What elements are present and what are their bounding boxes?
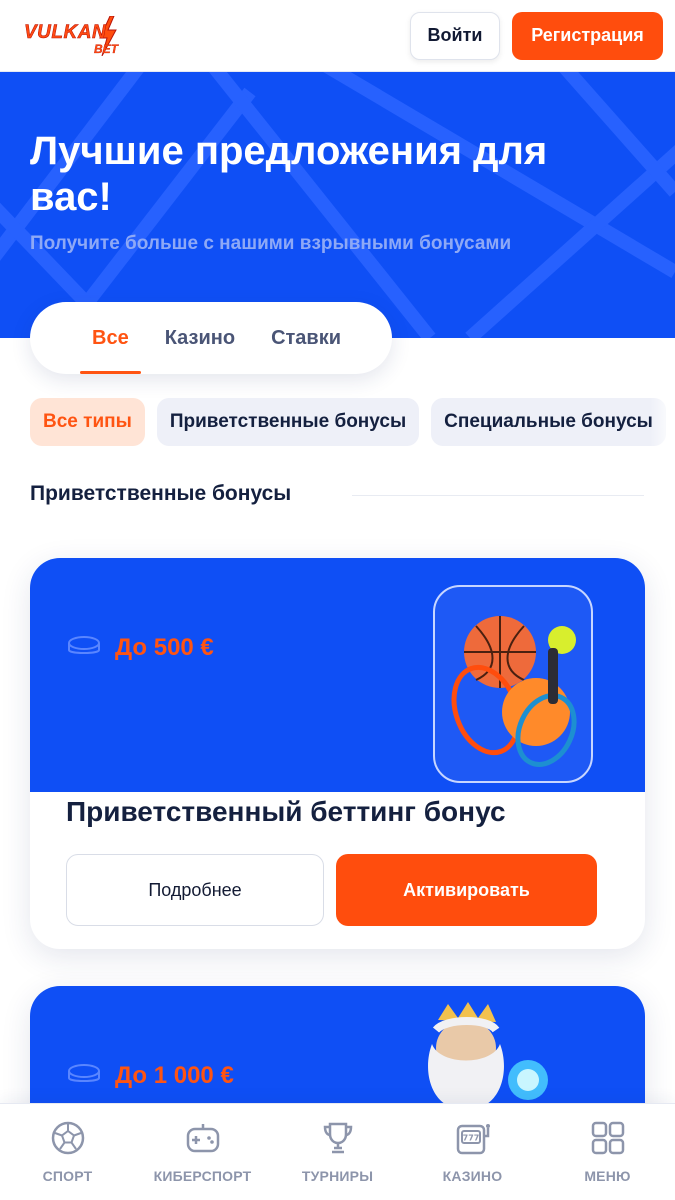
- vulkan-bet-logo[interactable]: VULKAN BET: [24, 12, 138, 60]
- header-actions: Войти Регистрация: [410, 11, 663, 60]
- details-button[interactable]: Подробнее: [66, 854, 324, 926]
- tab-casino[interactable]: Казино: [153, 302, 247, 374]
- bottom-navigation: СПОРТ КИБЕРСПОРТ ТУРНИРЫ 777 КАЗИНО МЕНЮ: [0, 1103, 675, 1200]
- nav-label: КАЗИНО: [442, 1168, 503, 1184]
- filter-all-types[interactable]: Все типы: [30, 398, 145, 446]
- page-subtitle: Получите больше с нашими взрывными бонус…: [30, 233, 512, 254]
- bonus-title: Приветственный беттинг бонус: [66, 796, 506, 827]
- category-tabs: Все Казино Ставки: [30, 302, 392, 374]
- coins-icon: [68, 636, 100, 654]
- top-header: VULKAN BET Войти Регистрация: [0, 0, 675, 72]
- soccer-ball-icon: [51, 1121, 84, 1155]
- section-title: Приветственные бонусы: [30, 482, 292, 505]
- nav-esports[interactable]: КИБЕРСПОРТ: [135, 1104, 270, 1200]
- logo-subtext: BET: [94, 41, 118, 56]
- nav-label: КИБЕРСПОРТ: [153, 1168, 252, 1184]
- zeus-illustration: [428, 1002, 548, 1110]
- nav-label: СПОРТ: [42, 1168, 93, 1184]
- bonus-card-banner: До 500 €: [30, 558, 645, 792]
- trophy-icon: [323, 1122, 352, 1154]
- tab-all[interactable]: Все: [80, 302, 141, 374]
- bonus-amount: До 500 €: [115, 634, 214, 661]
- filters-fade: [650, 380, 675, 460]
- grid-menu-icon: [591, 1121, 624, 1155]
- page-title: Лучшие предложения для вас!: [30, 129, 548, 219]
- logo-text: VULKAN: [24, 21, 107, 43]
- gamepad-icon: [186, 1124, 219, 1153]
- register-button[interactable]: Регистрация: [512, 11, 663, 60]
- sports-balls-illustration: [433, 585, 593, 783]
- hero-banner: Лучшие предложения для вас! Получите бол…: [0, 72, 675, 338]
- nav-tournaments[interactable]: ТУРНИРЫ: [270, 1104, 405, 1200]
- svg-text:777: 777: [462, 1134, 479, 1143]
- nav-sport[interactable]: СПОРТ: [0, 1104, 135, 1200]
- slot-machine-icon: 777: [456, 1124, 490, 1155]
- bonus-amount: До 1 000 €: [115, 1062, 234, 1089]
- bonus-type-filters: Все типы Приветственные бонусы Специальн…: [30, 398, 666, 446]
- nav-label: ТУРНИРЫ: [301, 1168, 374, 1184]
- nav-label: МЕНЮ: [584, 1168, 631, 1184]
- filter-special-bonuses[interactable]: Специальные бонусы: [431, 398, 666, 446]
- nav-menu[interactable]: МЕНЮ: [540, 1104, 675, 1200]
- filter-welcome-bonuses[interactable]: Приветственные бонусы: [156, 398, 420, 446]
- nav-casino[interactable]: 777 КАЗИНО: [405, 1104, 540, 1200]
- bonus-card: До 500 € Приветственный беттинг бонус По…: [30, 558, 645, 949]
- coins-icon: [68, 1064, 100, 1082]
- section-divider: [352, 495, 644, 496]
- activate-button[interactable]: Активировать: [336, 854, 597, 926]
- login-button[interactable]: Войти: [410, 11, 500, 60]
- tab-bets[interactable]: Ставки: [259, 302, 353, 374]
